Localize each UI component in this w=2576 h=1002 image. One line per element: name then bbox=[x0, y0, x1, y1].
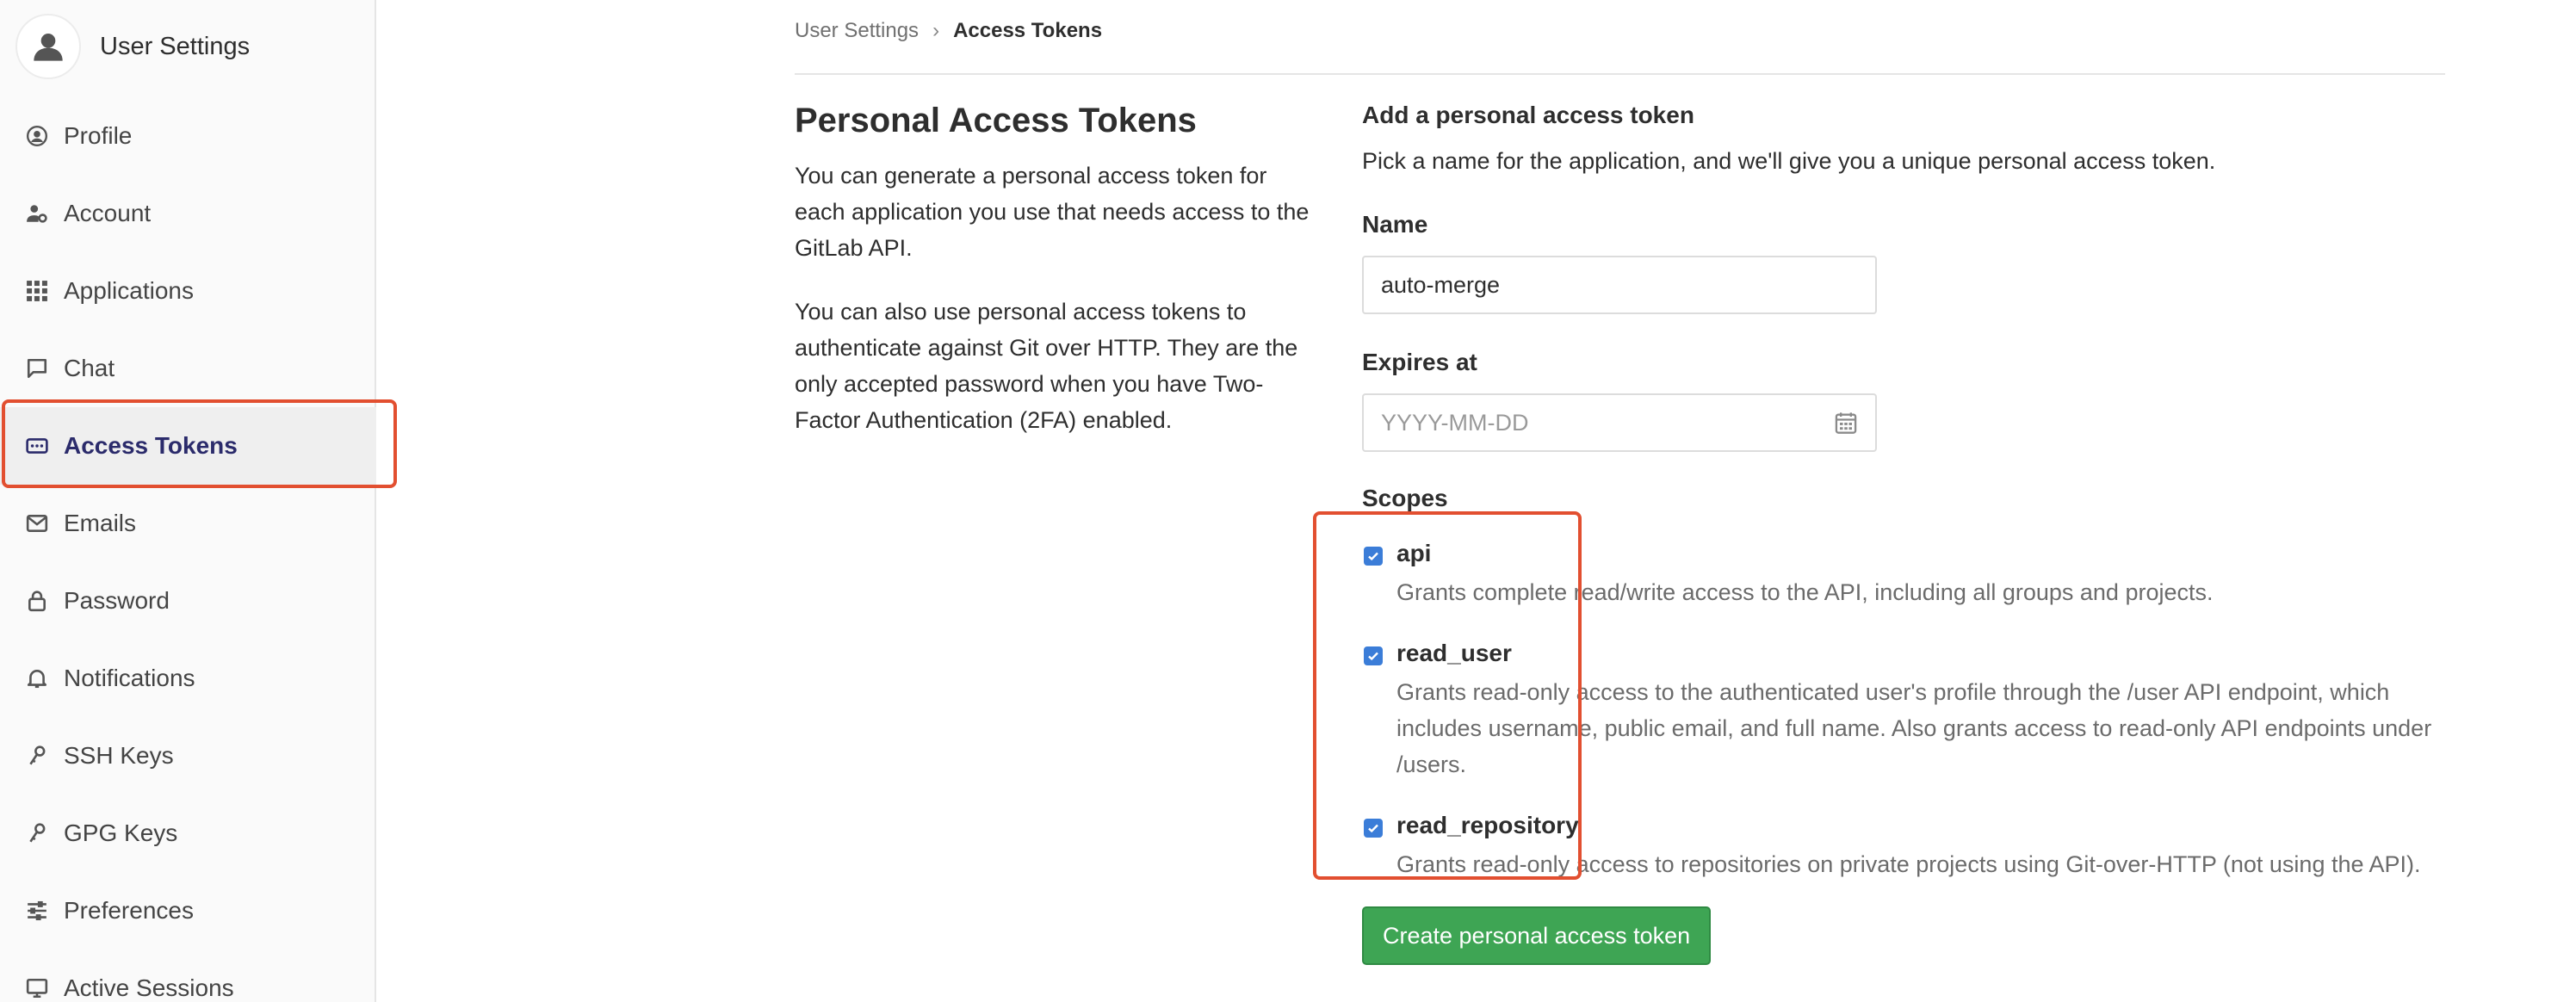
sliders-icon bbox=[24, 898, 50, 924]
sidebar-item-label: Password bbox=[64, 587, 170, 614]
user-circle-icon bbox=[24, 123, 50, 149]
sidebar-item-password[interactable]: Password bbox=[0, 562, 376, 640]
sidebar-item-label: Emails bbox=[64, 510, 137, 536]
sidebar-header: User Settings bbox=[15, 12, 250, 81]
form-lead: Pick a name for the application, and we'… bbox=[1362, 148, 2216, 174]
expires-placeholder: YYYY-MM-DD bbox=[1381, 409, 1529, 436]
intro-section: Personal Access Tokens You can generate … bbox=[795, 102, 1311, 466]
sidebar-item-profile[interactable]: Profile bbox=[0, 97, 376, 175]
user-icon bbox=[34, 34, 63, 61]
highlight-box-scopes bbox=[1313, 511, 1582, 880]
breadcrumb: User Settings › Access Tokens bbox=[795, 19, 1102, 43]
lock-icon bbox=[24, 588, 50, 614]
envelope-icon bbox=[24, 510, 50, 536]
sidebar-item-applications[interactable]: Applications bbox=[0, 252, 376, 330]
sidebar-item-label: Applications bbox=[64, 277, 194, 304]
name-label: Name bbox=[1362, 211, 1428, 238]
sidebar-item-label: Preferences bbox=[64, 897, 194, 924]
breadcrumb-separator: › bbox=[932, 19, 940, 42]
expires-label: Expires at bbox=[1362, 349, 1477, 375]
page-title: Personal Access Tokens bbox=[795, 102, 1197, 139]
highlight-box-access-tokens bbox=[2, 399, 397, 488]
intro-paragraph-1: You can generate a personal access token… bbox=[795, 163, 1310, 261]
calendar-icon[interactable] bbox=[1834, 411, 1858, 435]
header-divider bbox=[795, 73, 2445, 75]
monitor-icon bbox=[24, 975, 50, 1001]
sidebar-item-chat[interactable]: Chat bbox=[0, 330, 376, 407]
expires-input[interactable]: YYYY-MM-DD bbox=[1362, 393, 1877, 452]
sidebar-item-label: SSH Keys bbox=[64, 742, 174, 769]
intro-paragraph-2: You can also use personal access tokens … bbox=[795, 299, 1298, 433]
apps-grid-icon bbox=[24, 278, 50, 304]
name-input[interactable]: auto-merge bbox=[1362, 256, 1877, 314]
avatar[interactable] bbox=[15, 14, 81, 79]
sidebar-item-account[interactable]: Account bbox=[0, 175, 376, 252]
sidebar-item-emails[interactable]: Emails bbox=[0, 485, 376, 562]
sidebar-item-active-sessions[interactable]: Active Sessions bbox=[0, 949, 376, 1002]
key-icon bbox=[24, 743, 50, 769]
name-input-value: auto-merge bbox=[1381, 271, 1501, 298]
sidebar-item-ssh-keys[interactable]: SSH Keys bbox=[0, 717, 376, 795]
bell-icon bbox=[24, 665, 50, 691]
breadcrumb-parent[interactable]: User Settings bbox=[795, 19, 919, 43]
sidebar-title: User Settings bbox=[100, 32, 251, 60]
form-heading: Add a personal access token bbox=[1362, 102, 1694, 128]
scopes-label: Scopes bbox=[1362, 485, 1448, 511]
sidebar-item-label: Chat bbox=[64, 355, 115, 381]
token-form: Add a personal access token Pick a name … bbox=[1362, 102, 2447, 512]
sidebar-item-label: Account bbox=[64, 200, 152, 226]
settings-sidebar: User Settings Profile Account Applicatio… bbox=[0, 0, 376, 1002]
sidebar-item-preferences[interactable]: Preferences bbox=[0, 872, 376, 949]
sidebar-item-notifications[interactable]: Notifications bbox=[0, 640, 376, 717]
sidebar-item-gpg-keys[interactable]: GPG Keys bbox=[0, 795, 376, 872]
account-gear-icon bbox=[24, 201, 50, 226]
key-icon bbox=[24, 820, 50, 846]
sidebar-item-label: Active Sessions bbox=[64, 974, 234, 1001]
sidebar-item-label: Notifications bbox=[64, 665, 195, 691]
create-token-button[interactable]: Create personal access token bbox=[1362, 906, 1712, 965]
chat-bubble-icon bbox=[24, 356, 50, 381]
sidebar-item-label: GPG Keys bbox=[64, 820, 178, 846]
sidebar-item-label: Profile bbox=[64, 122, 133, 149]
breadcrumb-current: Access Tokens bbox=[953, 19, 1103, 42]
